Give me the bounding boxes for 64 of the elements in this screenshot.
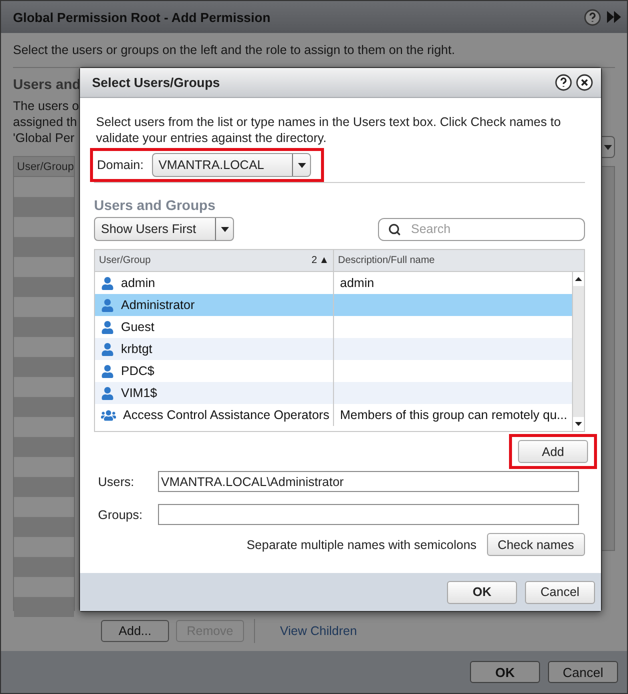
groups-field[interactable] <box>158 504 579 525</box>
cancel-button[interactable]: Cancel <box>525 580 595 604</box>
caret-icon <box>220 226 228 232</box>
domain-label: Domain: <box>97 158 144 172</box>
hint-text: Separate multiple names with semicolons <box>246 538 477 552</box>
window-title: Global Permission Root - Add Permission <box>13 10 272 24</box>
sort-dropdown[interactable]: Show Users First <box>94 217 234 241</box>
group-icon <box>101 408 116 422</box>
description-text: The users o <box>13 98 80 114</box>
column-label: Description/Full name <box>338 255 436 266</box>
user-name: Guest <box>121 320 154 334</box>
scroll-down-icon[interactable] <box>573 417 584 431</box>
caret-icon <box>298 162 306 168</box>
close-icon[interactable] <box>576 74 593 91</box>
user-name: VIM1$ <box>121 386 158 400</box>
column-header[interactable]: User/Group 2 ▲ <box>95 250 334 271</box>
cancel-button[interactable]: Cancel <box>548 661 618 683</box>
users-field[interactable]: VMANTRA.LOCAL\Administrator <box>158 471 579 492</box>
ok-button[interactable]: OK <box>447 580 517 604</box>
section-heading: Users and <box>13 76 81 92</box>
check-names-button[interactable]: Check names <box>486 533 585 556</box>
user-icon <box>101 320 114 334</box>
description-text: admin <box>340 276 374 290</box>
help-icon[interactable] <box>555 74 572 91</box>
domain-dropdown[interactable]: VMANTRA.LOCAL <box>152 153 311 177</box>
view-children-link[interactable]: View Children <box>280 624 357 638</box>
user-icon <box>101 298 114 312</box>
table-row[interactable]: VIM1$ <box>95 382 572 404</box>
instruction-text: Select the users or groups on the left and the role to assign to them on the right. <box>13 43 456 57</box>
table-row[interactable]: krbtgt <box>95 338 572 360</box>
user-icon <box>101 342 114 356</box>
scroll-up-icon[interactable] <box>573 272 584 286</box>
description-text: Members of this group can remotely qu... <box>340 408 568 422</box>
description-text: assigned th <box>13 114 77 130</box>
table-row[interactable]: Administrator <box>95 294 572 316</box>
column-label: User/Group <box>99 255 152 266</box>
user-name: Administrator <box>121 298 195 312</box>
search-icon <box>388 222 401 236</box>
user-icon <box>101 386 114 400</box>
dropdown-button[interactable] <box>601 136 615 158</box>
description-text: 'Global Per <box>13 130 74 146</box>
search-field[interactable]: Search <box>378 218 585 240</box>
user-name: PDC$ <box>121 364 154 378</box>
ok-button[interactable]: OK <box>470 661 540 683</box>
instruction-text: Select users from the list or type names in the Users text box. Click Check names to validate your entries against the directory. <box>95 114 562 146</box>
scrollbar[interactable] <box>601 166 615 551</box>
user-name: admin <box>121 276 156 290</box>
user-name: Access Control Assistance Operators <box>123 408 330 422</box>
column-header[interactable]: User/Group <box>14 157 74 177</box>
section-heading: Users and Groups <box>94 197 216 213</box>
user-icon <box>101 276 114 290</box>
caret-icon <box>604 144 612 150</box>
user-icon <box>101 364 114 378</box>
users-label: Users: <box>97 474 136 488</box>
forward-icon[interactable] <box>607 11 621 23</box>
add-button[interactable]: Add <box>518 440 588 463</box>
groups-label: Groups: <box>97 508 144 522</box>
sort-index: 2 <box>312 255 318 266</box>
add-button[interactable]: Add... <box>101 620 169 642</box>
column-header[interactable]: Description/Full name <box>334 250 584 271</box>
scrollbar[interactable] <box>572 272 584 431</box>
sort-arrow: ▲ <box>319 255 329 266</box>
dialog-title: Select Users/Groups <box>92 75 221 90</box>
user-name: krbtgt <box>121 342 152 356</box>
